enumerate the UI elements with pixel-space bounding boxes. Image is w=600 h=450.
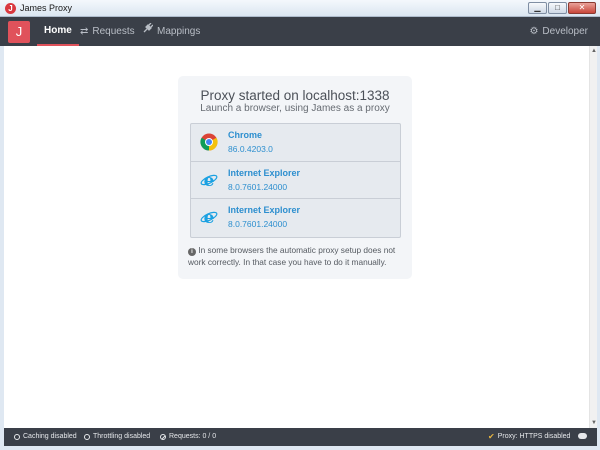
check-icon: ✔ xyxy=(488,432,495,441)
browser-item-ie-2[interactable]: e Internet Explorer 8.0.7601.24000 xyxy=(191,199,400,237)
browser-version: 8.0.7601.24000 xyxy=(228,181,288,192)
minimize-button[interactable]: ▁ xyxy=(528,2,547,14)
status-throttling[interactable]: Throttling disabled xyxy=(84,428,150,446)
internet-explorer-icon: e xyxy=(200,171,218,189)
nav-requests-label: Requests xyxy=(92,26,135,37)
scroll-up-arrow-icon[interactable]: ▲ xyxy=(590,47,598,55)
browser-item-ie-1[interactable]: e Internet Explorer 8.0.7601.24000 xyxy=(191,162,400,199)
chrome-icon xyxy=(200,133,218,151)
nav-home[interactable]: Home xyxy=(37,17,79,46)
proxy-note-text: In some browsers the automatic proxy set… xyxy=(188,245,396,267)
browser-name: Chrome xyxy=(228,130,263,140)
nav-developer-label: Developer xyxy=(542,26,588,37)
browser-name: Internet Explorer xyxy=(228,205,301,215)
cloud-icon[interactable] xyxy=(578,433,587,439)
plug-icon xyxy=(142,17,154,46)
internet-explorer-icon: e xyxy=(200,208,218,226)
status-requests[interactable]: Requests: 0 / 0 xyxy=(160,428,216,446)
browser-version: 8.0.7601.24000 xyxy=(228,219,288,229)
exchange-arrows-icon: ⇄ xyxy=(80,26,89,37)
status-caching-label: Caching disabled xyxy=(23,433,77,440)
svg-text:e: e xyxy=(204,171,215,189)
status-proxy[interactable]: ✔ Proxy: HTTPS disabled xyxy=(488,428,570,446)
svg-text:e: e xyxy=(204,208,215,226)
browser-version: 86.0.4203.0 xyxy=(228,144,273,154)
circle-icon xyxy=(14,434,20,440)
app-logo[interactable]: J xyxy=(8,21,30,43)
window-title: James Proxy xyxy=(20,3,73,13)
nav-mappings[interactable]: Mappings xyxy=(142,17,200,46)
navbar: J Home ⇄ Requests Mappings ⚙ Developer xyxy=(0,17,600,46)
page-subtitle: Launch a browser, using James as a proxy xyxy=(200,103,390,114)
maximize-button[interactable]: □ xyxy=(548,2,567,14)
statusbar: Caching disabled Throttling disabled Req… xyxy=(4,428,597,446)
info-icon: i xyxy=(188,248,196,256)
proxy-card: Proxy started on localhost:1338 Launch a… xyxy=(178,76,412,279)
proxy-note: i In some browsers the automatic proxy s… xyxy=(188,244,402,268)
browser-name: Internet Explorer xyxy=(228,167,301,178)
gear-icon: ⚙ xyxy=(529,26,539,37)
status-throttling-label: Throttling disabled xyxy=(93,433,151,440)
window-titlebar: J James Proxy ▁ □ ✕ xyxy=(0,0,600,17)
ban-icon xyxy=(160,434,166,440)
nav-developer[interactable]: ⚙ Developer xyxy=(529,17,588,46)
nav-home-label: Home xyxy=(44,25,72,36)
status-proxy-label: Proxy: HTTPS disabled xyxy=(497,433,571,440)
browser-item-chrome[interactable]: Chrome 86.0.4203.0 xyxy=(191,124,400,162)
page-title: Proxy started on localhost:1338 xyxy=(200,88,390,103)
close-button[interactable]: ✕ xyxy=(568,2,596,14)
status-requests-label: Requests: 0 / 0 xyxy=(169,433,217,440)
app-icon: J xyxy=(5,3,16,14)
scroll-down-arrow-icon[interactable]: ▼ xyxy=(590,419,598,427)
nav-requests[interactable]: ⇄ Requests xyxy=(80,17,135,46)
vertical-scrollbar[interactable]: ▲ ▼ xyxy=(589,46,597,428)
window-controls: ▁ □ ✕ xyxy=(528,2,596,14)
browser-list: Chrome 86.0.4203.0 e Internet Explorer 8… xyxy=(190,123,401,238)
circle-icon xyxy=(84,434,90,440)
nav-mappings-label: Mappings xyxy=(157,26,201,37)
status-caching[interactable]: Caching disabled xyxy=(14,428,77,446)
main-content: Proxy started on localhost:1338 Launch a… xyxy=(4,46,589,428)
